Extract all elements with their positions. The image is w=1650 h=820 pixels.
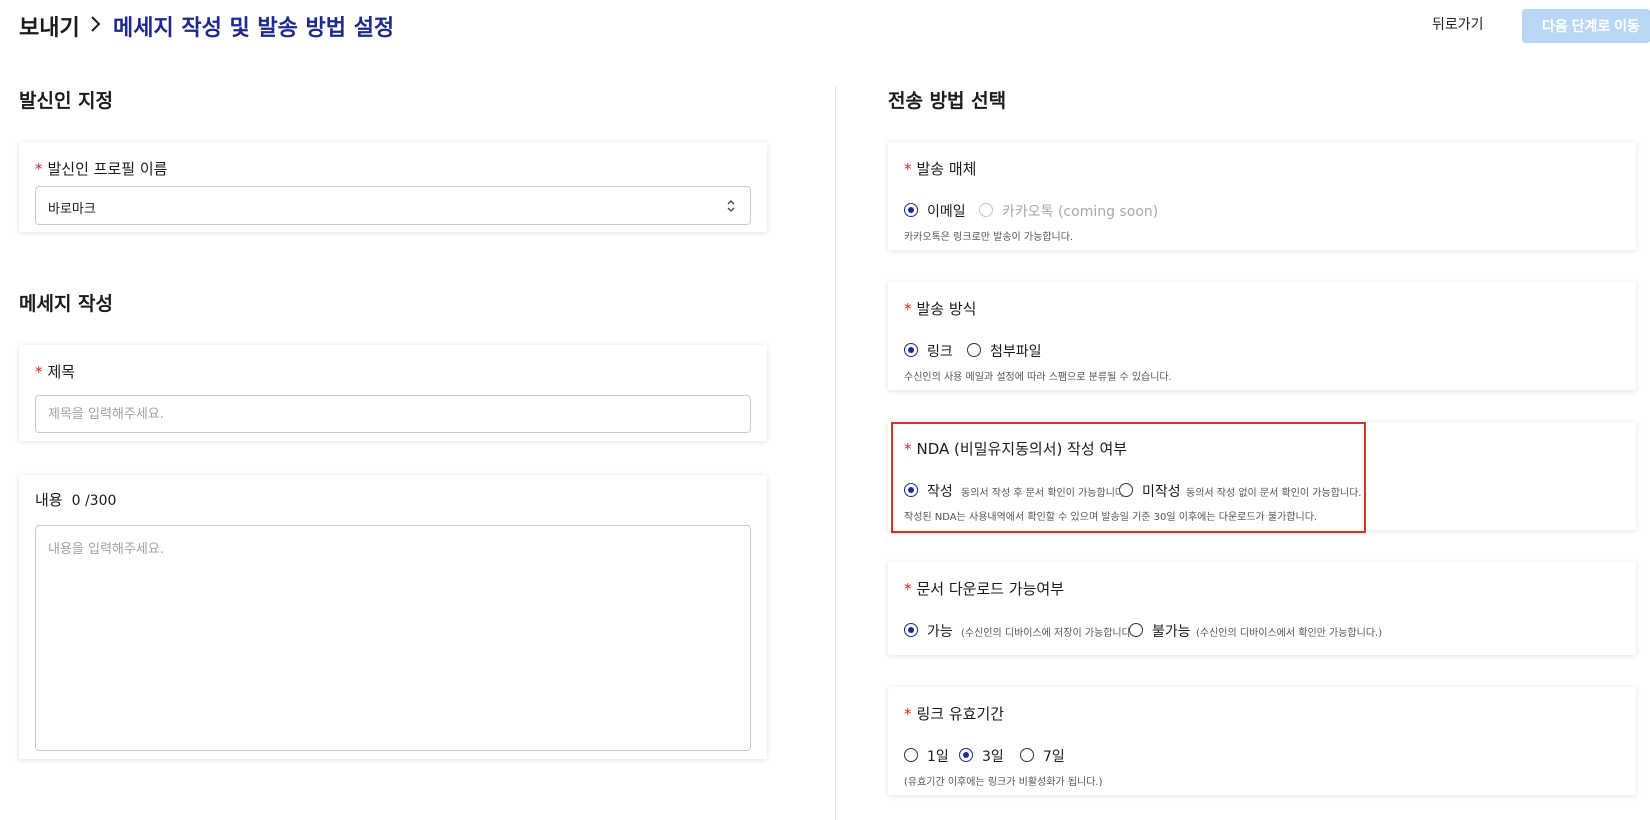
sender-profile-label: * 발신인 프로필 이름 <box>35 160 168 178</box>
radio-link[interactable] <box>904 343 918 357</box>
radio-attachment[interactable] <box>967 343 981 357</box>
select-arrows-icon <box>727 200 735 212</box>
column-divider <box>835 86 836 820</box>
required-mark: * <box>35 363 43 381</box>
back-button[interactable]: 뒤로가기 <box>1432 14 1484 34</box>
medium-label: * 발송 매체 <box>904 160 977 178</box>
option-3-day-label[interactable]: 3일 <box>982 746 1004 766</box>
content-card: 내용 0 /300 <box>19 475 767 759</box>
required-mark: * <box>904 580 912 598</box>
download-allow-hint: (수신인의 디바이스에 저장이 가능합니다.) <box>961 628 1138 639</box>
radio-download-deny[interactable] <box>1129 623 1143 637</box>
page-title: 메세지 작성 및 발송 방법 설정 <box>113 16 395 41</box>
content-textarea[interactable] <box>35 525 751 751</box>
chevron-right-icon <box>91 16 101 32</box>
method-hint: 수신인의 사용 메일과 설정에 따라 스팸으로 분류될 수 있습니다. <box>904 372 1172 383</box>
option-attachment-label[interactable]: 첨부파일 <box>990 341 1042 361</box>
required-mark: * <box>35 160 43 178</box>
nda-highlight-box <box>891 422 1366 533</box>
radio-1-day[interactable] <box>904 748 918 762</box>
option-download-allow-label[interactable]: 가능 <box>927 621 953 641</box>
option-1-day-label[interactable]: 1일 <box>927 746 949 766</box>
required-mark: * <box>904 300 912 318</box>
option-link-label[interactable]: 링크 <box>927 341 953 361</box>
download-deny-hint: (수신인의 디바이스에서 확인만 가능합니다.) <box>1196 628 1383 639</box>
option-download-deny-label[interactable]: 불가능 <box>1152 621 1191 641</box>
sender-profile-select[interactable]: 바로마크 <box>35 186 751 225</box>
validity-label: * 링크 유효기간 <box>904 705 1005 723</box>
subject-card: * 제목 <box>19 345 767 441</box>
medium-card: * 발송 매체 이메일 카카오톡 (coming soon) 카카오톡은 링크로만… <box>888 142 1636 250</box>
option-7-day-label[interactable]: 7일 <box>1043 746 1065 766</box>
sender-profile-value: 바로마크 <box>48 202 96 217</box>
validity-hint: (유효기간 이후에는 링크가 비활성화가 됩니다.) <box>904 777 1103 788</box>
option-email-label[interactable]: 이메일 <box>927 201 966 221</box>
breadcrumb-root[interactable]: 보내기 <box>19 10 80 42</box>
subject-input[interactable] <box>35 395 751 433</box>
required-mark: * <box>904 160 912 178</box>
content-counter: 0 /300 <box>71 493 117 509</box>
radio-email[interactable] <box>904 203 918 217</box>
option-kakaotalk-label: 카카오톡 (coming soon) <box>1002 204 1159 220</box>
subject-label: * 제목 <box>35 363 76 381</box>
radio-3-day[interactable] <box>959 748 973 762</box>
medium-hint: 카카오톡은 링크로만 발송이 가능합니다. <box>904 232 1074 243</box>
message-section-title: 메세지 작성 <box>19 293 114 315</box>
method-card: * 발송 방식 링크 첨부파일 수신인의 사용 메일과 설정에 따라 스팸으로 분… <box>888 282 1636 390</box>
radio-download-allow[interactable] <box>904 623 918 637</box>
sender-profile-card: * 발신인 프로필 이름 바로마크 <box>19 142 767 232</box>
required-mark: * <box>904 705 912 723</box>
page-header: 보내기 메세지 작성 및 발송 방법 설정 뒤로가기 다음 단계로 이동 <box>0 0 1650 52</box>
radio-7-day[interactable] <box>1020 748 1034 762</box>
download-label: * 문서 다운로드 가능여부 <box>904 580 1065 598</box>
send-method-section-title: 전송 방법 선택 <box>888 90 1007 112</box>
next-step-button[interactable]: 다음 단계로 이동 <box>1522 9 1650 43</box>
content-label: 내용 0 /300 <box>35 491 117 509</box>
radio-kakaotalk <box>979 203 993 217</box>
download-card: * 문서 다운로드 가능여부 가능 (수신인의 디바이스에 저장이 가능합니다.)… <box>888 562 1636 655</box>
validity-card: * 링크 유효기간 1일 3일 7일 (유효기간 이후에는 링크가 비활성화가 됩… <box>888 687 1636 795</box>
sender-section-title: 발신인 지정 <box>19 90 114 112</box>
method-label: * 발송 방식 <box>904 300 977 318</box>
